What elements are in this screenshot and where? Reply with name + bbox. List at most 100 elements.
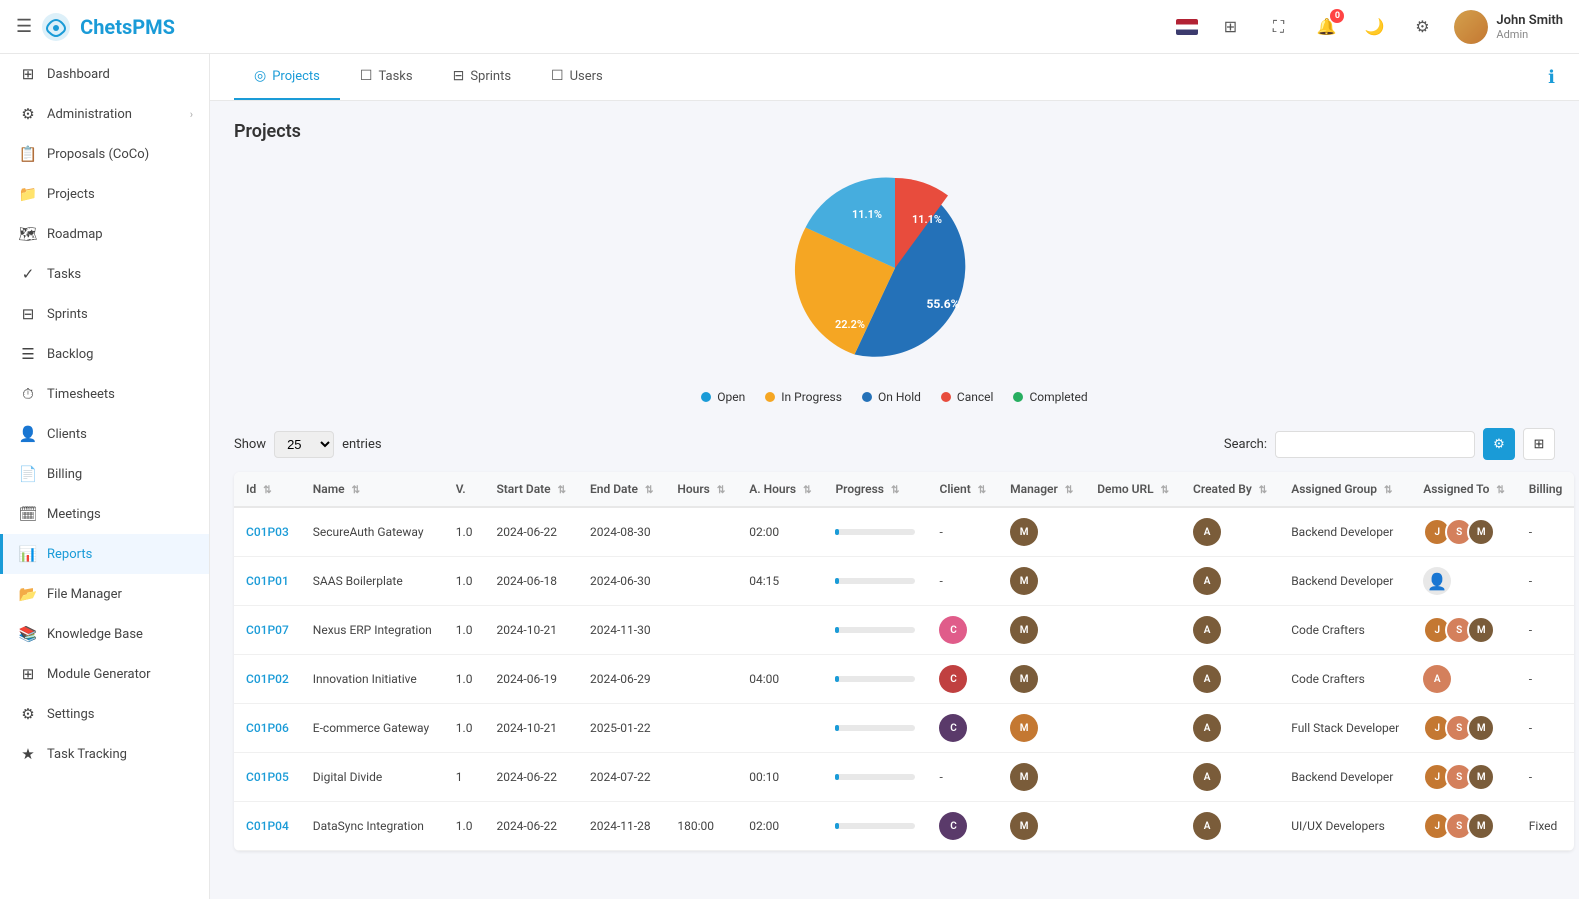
search-area: Search: ⚙ ⊞ [1224, 428, 1555, 460]
project-client: C [927, 606, 998, 655]
search-label: Search: [1224, 437, 1267, 452]
user-info[interactable]: John Smith Admin [1454, 10, 1563, 44]
language-flag[interactable] [1176, 19, 1198, 35]
table-controls: Show 25 10 50 100 entries Search: ⚙ ⊞ [234, 428, 1555, 460]
project-id-link[interactable]: C01P02 [246, 672, 289, 686]
project-manager: M [998, 704, 1085, 753]
project-client: C [927, 655, 998, 704]
sidebar-item-administration[interactable]: ⚙ Administration › [0, 94, 209, 134]
project-id-link[interactable]: C01P05 [246, 770, 289, 784]
project-demo-url [1085, 606, 1181, 655]
project-start-date: 2024-06-22 [484, 507, 578, 557]
sidebar-item-file-manager[interactable]: 📂 File Manager [0, 574, 209, 614]
sidebar-item-label: Sprints [47, 307, 88, 322]
project-id-link[interactable]: C01P06 [246, 721, 289, 735]
tab-projects[interactable]: ◎ Projects [234, 54, 340, 100]
col-a-hours: A. Hours ⇅ [737, 472, 823, 507]
task-tracking-icon: ★ [19, 745, 37, 763]
top-header: ☰ ChetsPMS ⊞ ⛶ 🔔 0 🌙 ⚙ John Smith Admin [0, 0, 1579, 54]
sidebar-item-billing[interactable]: 📄 Billing [0, 454, 209, 494]
table-row: C01P06E-commerce Gateway1.02024-10-21202… [234, 704, 1574, 753]
col-end-date: End Date ⇅ [578, 472, 665, 507]
sidebar-item-knowledge-base[interactable]: 📚 Knowledge Base [0, 614, 209, 654]
project-name: DataSync Integration [301, 802, 444, 851]
sidebar-item-clients[interactable]: 👤 Clients [0, 414, 209, 454]
apps-button[interactable]: ⊞ [1214, 11, 1246, 43]
sidebar-item-sprints[interactable]: ⊟ Sprints [0, 294, 209, 334]
project-manager: M [998, 802, 1085, 851]
tab-users[interactable]: ☐ Users [531, 54, 623, 100]
tab-tasks[interactable]: ☐ Tasks [340, 54, 433, 100]
page-title: Projects [234, 121, 1555, 142]
sidebar-item-label: Knowledge Base [47, 627, 143, 642]
project-hours [665, 704, 737, 753]
tab-label: Sprints [470, 69, 511, 84]
project-assigned-to: JSM [1411, 753, 1517, 802]
project-created-by: A [1181, 753, 1279, 802]
filter-button[interactable]: ⚙ [1483, 428, 1515, 460]
pie-chart: 11.1% 11.1% 55.6% 22.2% [785, 158, 1005, 378]
user-role: Admin [1496, 28, 1563, 41]
table-header: Id ⇅ Name ⇅ V. Start Date ⇅ End Date ⇅ H… [234, 472, 1574, 507]
content-header: ◎ Projects ☐ Tasks ⊟ Sprints ☐ Users ℹ [210, 54, 1579, 101]
project-id-link[interactable]: C01P04 [246, 819, 289, 833]
notifications-button[interactable]: 🔔 0 [1310, 11, 1342, 43]
col-id: Id ⇅ [234, 472, 301, 507]
svg-text:11.1%: 11.1% [911, 213, 941, 226]
hamburger-button[interactable]: ☰ [16, 16, 32, 37]
entries-label: entries [342, 437, 382, 452]
sidebar-item-dashboard[interactable]: ⊞ Dashboard [0, 54, 209, 94]
project-name: SAAS Boilerplate [301, 557, 444, 606]
sidebar-item-meetings[interactable]: 🗓 Meetings [0, 494, 209, 534]
sidebar-item-reports[interactable]: 📊 Reports [0, 534, 209, 574]
entries-select[interactable]: 25 10 50 100 [274, 431, 334, 458]
sidebar-item-tasks[interactable]: ✓ Tasks [0, 254, 209, 294]
sidebar-item-projects[interactable]: 📁 Projects [0, 174, 209, 214]
sprints-tab-icon: ⊟ [453, 68, 465, 84]
sidebar-item-roadmap[interactable]: 🗺 Roadmap [0, 214, 209, 254]
info-icon[interactable]: ℹ [1548, 67, 1555, 88]
roadmap-icon: 🗺 [19, 225, 37, 243]
sidebar-item-proposals[interactable]: 📋 Proposals (CoCo) [0, 134, 209, 174]
export-button[interactable]: ⊞ [1523, 428, 1555, 460]
sidebar-item-module-generator[interactable]: ⊞ Module Generator [0, 654, 209, 694]
file-manager-icon: 📂 [19, 585, 37, 603]
project-client: - [927, 557, 998, 606]
search-input[interactable] [1275, 431, 1475, 458]
project-billing: - [1517, 606, 1575, 655]
project-demo-url [1085, 655, 1181, 704]
sidebar-item-label: Dashboard [47, 67, 110, 82]
project-id-link[interactable]: C01P07 [246, 623, 289, 637]
project-id-link[interactable]: C01P01 [246, 574, 289, 588]
project-version: 1.0 [444, 802, 485, 851]
sidebar-item-label: Task Tracking [47, 747, 127, 762]
project-demo-url [1085, 507, 1181, 557]
project-actual-hours: 04:00 [737, 655, 823, 704]
project-client: - [927, 507, 998, 557]
project-start-date: 2024-06-18 [484, 557, 578, 606]
sidebar-item-backlog[interactable]: ☰ Backlog [0, 334, 209, 374]
project-id-link[interactable]: C01P03 [246, 525, 289, 539]
svg-text:55.6%: 55.6% [926, 297, 959, 311]
sidebar-item-task-tracking[interactable]: ★ Task Tracking [0, 734, 209, 774]
project-actual-hours [737, 606, 823, 655]
fullscreen-button[interactable]: ⛶ [1262, 11, 1294, 43]
svg-text:11.1%: 11.1% [851, 208, 881, 221]
tab-sprints[interactable]: ⊟ Sprints [433, 54, 531, 100]
project-name: E-commerce Gateway [301, 704, 444, 753]
settings-button[interactable]: ⚙ [1406, 11, 1438, 43]
sidebar-item-settings[interactable]: ⚙ Settings [0, 694, 209, 734]
logo-area: ☰ ChetsPMS [16, 11, 175, 43]
col-client: Client ⇅ [927, 472, 998, 507]
project-assigned-group: Code Crafters [1279, 655, 1411, 704]
sidebar-item-timesheets[interactable]: ⏱ Timesheets [0, 374, 209, 414]
project-hours [665, 507, 737, 557]
project-assigned-group: Code Crafters [1279, 606, 1411, 655]
project-created-by: A [1181, 507, 1279, 557]
sidebar-item-label: Proposals (CoCo) [47, 147, 149, 162]
user-name-block: John Smith Admin [1496, 13, 1563, 41]
table-body: C01P03SecureAuth Gateway1.02024-06-22202… [234, 507, 1574, 851]
theme-toggle[interactable]: 🌙 [1358, 11, 1390, 43]
table-row: C01P07Nexus ERP Integration1.02024-10-21… [234, 606, 1574, 655]
col-created-by: Created By ⇅ [1181, 472, 1279, 507]
